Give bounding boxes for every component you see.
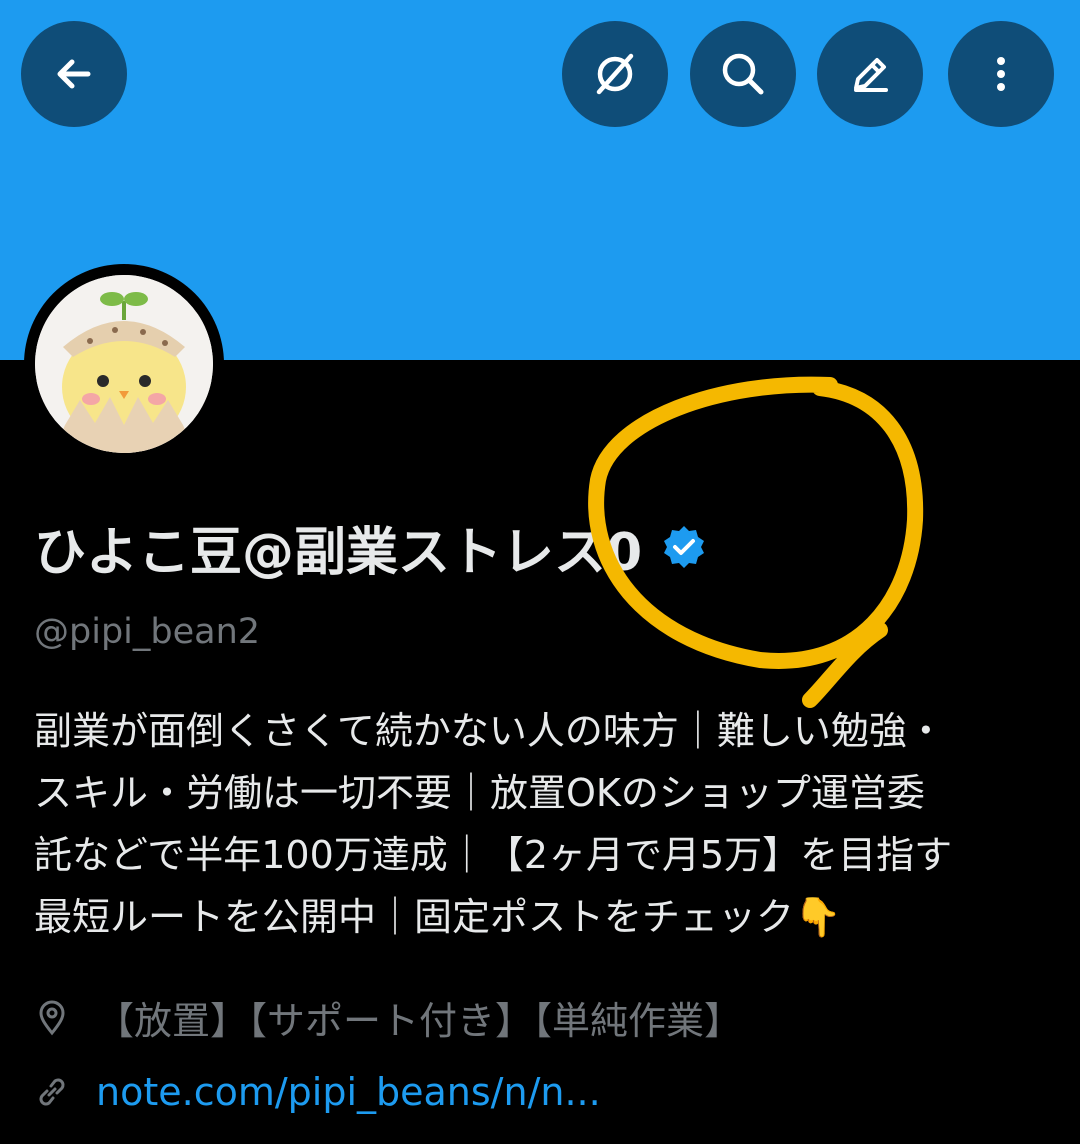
no-sensitive-button[interactable]: [562, 21, 668, 127]
link-icon: [39, 1078, 65, 1106]
location-text: 【放置】【サポート付き】【単純作業】: [96, 999, 743, 1043]
avatar[interactable]: [35, 275, 213, 453]
more-vertical-icon: [997, 57, 1005, 91]
bio-line: 託などで半年100万達成｜【2ヶ月で月5万】を目指す: [34, 833, 953, 877]
edit-profile-button[interactable]: [817, 21, 923, 127]
location-pin-icon: [39, 1000, 65, 1035]
verified-badge-icon[interactable]: [660, 523, 708, 571]
bio-line: 副業が面倒くさくて続かない人の味方｜難しい勉強・: [34, 709, 945, 753]
location-row: 【放置】【サポート付き】【単純作業】: [34, 990, 742, 1045]
user-handle: @pipi_bean2: [34, 612, 261, 652]
no-sensitive-icon: [596, 53, 634, 95]
search-button[interactable]: [690, 21, 796, 127]
display-name-row: ひよこ豆@副業ストレス0: [34, 512, 708, 583]
website-link[interactable]: note.com/pipi_beans/n/n...: [96, 1070, 601, 1114]
back-button[interactable]: [21, 21, 127, 127]
bio-line: スキル・労働は一切不要｜放置OKのショップ運営委: [34, 771, 925, 815]
more-options-button[interactable]: [948, 21, 1054, 127]
website-row: note.com/pipi_beans/n/n...: [34, 1070, 601, 1114]
bio-line: 最短ルートを公開中｜固定ポストをチェック👇: [34, 895, 842, 939]
search-icon: [722, 53, 764, 95]
back-arrow-icon: [57, 59, 91, 89]
profile-bio: 副業が面倒くさくて続かない人の味方｜難しい勉強・ スキル・労働は一切不要｜放置O…: [34, 700, 1054, 948]
edit-pencil-icon: [854, 58, 888, 92]
display-name: ひよこ豆@副業ストレス0: [34, 522, 643, 583]
chick-avatar-image: [35, 275, 213, 453]
